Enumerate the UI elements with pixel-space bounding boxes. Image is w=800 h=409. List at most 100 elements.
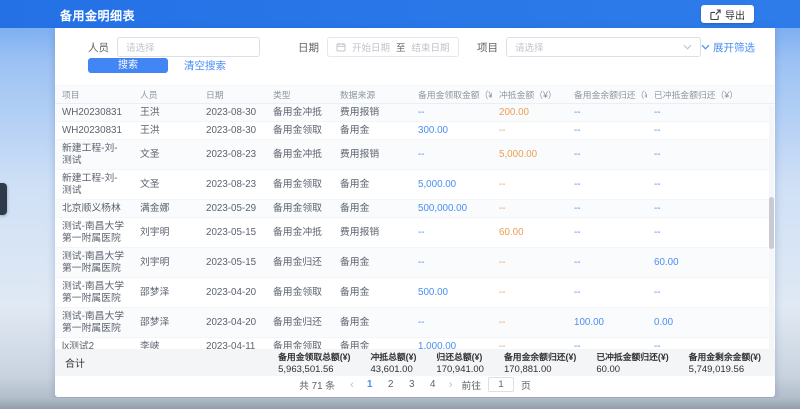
table-cell: 备用金冲抵 bbox=[266, 104, 333, 121]
project-filter-label: 项目 bbox=[477, 40, 498, 55]
prev-page-button[interactable]: ‹ bbox=[348, 379, 356, 391]
table-cell: 5,000.00 bbox=[492, 146, 567, 163]
table-row[interactable]: 新建工程-刘-测试文圣2023-08-23备用金领取备用金5,000.00---… bbox=[55, 170, 775, 200]
summary-stat: 冲抵总额(¥)43,601.00 bbox=[370, 350, 416, 375]
project-select-placeholder: 请选择 bbox=[515, 40, 544, 54]
left-drawer-handle[interactable] bbox=[0, 183, 7, 215]
table-cell: -- bbox=[647, 338, 775, 349]
column-header: 人员 bbox=[133, 88, 199, 101]
app-window: 备用金明细表 导出 人员 请选择 日期 bbox=[0, 0, 800, 409]
table-cell: 备用金归还 bbox=[266, 254, 333, 271]
table-cell: -- bbox=[567, 284, 647, 301]
chevron-down-icon bbox=[701, 44, 710, 50]
table-cell: 200.00 bbox=[492, 104, 567, 121]
table-cell: -- bbox=[492, 338, 567, 349]
table-cell: -- bbox=[411, 224, 492, 241]
clear-search-link[interactable]: 清空搜索 bbox=[184, 58, 226, 73]
table-cell: 2023-04-20 bbox=[199, 284, 266, 301]
table-cell: 备用金领取 bbox=[266, 122, 333, 139]
table-cell: -- bbox=[492, 254, 567, 271]
table-cell: 备用金冲抵 bbox=[266, 224, 333, 241]
table-cell: lx测试2 bbox=[55, 338, 133, 349]
table-cell: 2023-05-15 bbox=[199, 224, 266, 241]
table-cell: 5,000.00 bbox=[411, 176, 492, 193]
table-row[interactable]: 北京顺义杨林满金娜2023-05-29备用金领取备用金500,000.00---… bbox=[55, 200, 775, 218]
pagination: 共 71 条 ‹ 1234 › 前往 页 bbox=[55, 377, 775, 392]
scrollbar-thumb[interactable] bbox=[769, 197, 774, 249]
summary-stat: 归还总额(¥)170,941.00 bbox=[436, 350, 484, 375]
search-button[interactable]: 搜索 bbox=[88, 58, 168, 73]
table-cell: 备用金 bbox=[333, 254, 411, 271]
person-filter-label: 人员 bbox=[88, 40, 109, 55]
table-row[interactable]: lx测试2李峡2023-04-11备用金领取备用金1,000.00------ bbox=[55, 338, 775, 349]
summary-stat: 备用金余额归还(¥)170,881.00 bbox=[504, 350, 576, 375]
table-cell: -- bbox=[647, 176, 775, 193]
table-cell: 500,000.00 bbox=[411, 200, 492, 217]
table-cell: -- bbox=[492, 122, 567, 139]
table-cell: 邵梦泽 bbox=[133, 284, 199, 301]
person-select-placeholder: 请选择 bbox=[126, 40, 155, 54]
table-cell: 2023-08-23 bbox=[199, 176, 266, 193]
content-card: 人员 请选择 日期 开始日期 至 结束日期 bbox=[55, 28, 775, 397]
table-cell: 备用金 bbox=[333, 122, 411, 139]
table-cell: 备用金领取 bbox=[266, 284, 333, 301]
table-cell: 2023-05-29 bbox=[199, 200, 266, 217]
goto-label: 前往 bbox=[461, 378, 481, 392]
column-header: 类型 bbox=[266, 88, 333, 101]
table-cell: 备用金 bbox=[333, 176, 411, 193]
date-end-placeholder: 结束日期 bbox=[412, 40, 450, 54]
calendar-icon bbox=[336, 42, 346, 52]
vertical-scrollbar[interactable] bbox=[769, 105, 774, 350]
date-separator: 至 bbox=[396, 40, 406, 54]
table-cell: -- bbox=[411, 104, 492, 121]
data-table: 项目人员日期类型数据来源备用金领取金额（¥）冲抵金额（¥）备用金余额归还（¥）已… bbox=[55, 85, 775, 376]
expand-filter-link[interactable]: 展开筛选 bbox=[701, 40, 755, 55]
summary-stats: 备用金领取总额(¥)5,963,501.56冲抵总额(¥)43,601.00归还… bbox=[278, 350, 761, 375]
table-cell: 费用报销 bbox=[333, 224, 411, 241]
table-cell: 测试-南昌大学第一附属医院 bbox=[55, 308, 133, 337]
expand-filter-label: 展开筛选 bbox=[713, 40, 755, 55]
table-cell: -- bbox=[492, 314, 567, 331]
table-cell: 备用金领取 bbox=[266, 200, 333, 217]
table-cell: 60.00 bbox=[492, 224, 567, 241]
table-cell: 李峡 bbox=[133, 338, 199, 349]
summary-stat: 备用金剩余金额(¥)5,749,019.56 bbox=[689, 350, 761, 375]
table-row[interactable]: 测试-南昌大学第一附属医院邵梦泽2023-04-20备用金领取备用金500.00… bbox=[55, 278, 775, 308]
table-cell: WH20230831 bbox=[55, 104, 133, 121]
table-row[interactable]: WH20230831王洪2023-08-30备用金冲抵费用报销--200.00-… bbox=[55, 104, 775, 122]
column-header: 数据来源 bbox=[333, 88, 411, 101]
date-range-picker[interactable]: 开始日期 至 结束日期 bbox=[327, 37, 459, 57]
table-cell: 测试-南昌大学第一附属医院 bbox=[55, 248, 133, 277]
table-cell: -- bbox=[647, 104, 775, 121]
table-row[interactable]: WH20230831王洪2023-08-30备用金领取备用金300.00----… bbox=[55, 122, 775, 140]
chevron-down-icon bbox=[683, 44, 692, 50]
table-cell: -- bbox=[567, 200, 647, 217]
table-cell: 60.00 bbox=[647, 254, 775, 271]
table-row[interactable]: 新建工程-刘-测试文圣2023-08-23备用金冲抵费用报销--5,000.00… bbox=[55, 140, 775, 170]
page-number-2[interactable]: 2 bbox=[384, 379, 398, 390]
table-cell: -- bbox=[647, 200, 775, 217]
column-header: 备用金领取金额（¥） bbox=[411, 88, 492, 101]
date-start-placeholder: 开始日期 bbox=[352, 40, 390, 54]
table-cell: -- bbox=[492, 176, 567, 193]
page-number-4[interactable]: 4 bbox=[426, 379, 440, 390]
next-page-button[interactable]: › bbox=[447, 379, 455, 391]
table-cell: 备用金领取 bbox=[266, 338, 333, 349]
page-number-1[interactable]: 1 bbox=[363, 379, 377, 390]
table-cell: 测试-南昌大学第一附属医院 bbox=[55, 278, 133, 307]
table-row[interactable]: 测试-南昌大学第一附属医院刘宇明2023-05-15备用金冲抵费用报销--60.… bbox=[55, 218, 775, 248]
table-row[interactable]: 测试-南昌大学第一附属医院刘宇明2023-05-15备用金归还备用金------… bbox=[55, 248, 775, 278]
table-cell: 北京顺义杨林 bbox=[55, 200, 133, 217]
table-cell: 费用报销 bbox=[333, 104, 411, 121]
table-cell: 备用金 bbox=[333, 200, 411, 217]
table-cell: 100.00 bbox=[567, 314, 647, 331]
column-header: 日期 bbox=[199, 88, 266, 101]
table-row[interactable]: 测试-南昌大学第一附属医院邵梦泽2023-04-20备用金归还备用金----10… bbox=[55, 308, 775, 338]
project-select[interactable]: 请选择 bbox=[506, 37, 701, 57]
person-select[interactable]: 请选择 bbox=[117, 37, 260, 57]
goto-page-input[interactable] bbox=[488, 377, 514, 392]
table-cell: 2023-08-23 bbox=[199, 146, 266, 163]
table-cell: 300.00 bbox=[411, 122, 492, 139]
export-button[interactable]: 导出 bbox=[701, 5, 754, 23]
page-number-3[interactable]: 3 bbox=[405, 379, 419, 390]
